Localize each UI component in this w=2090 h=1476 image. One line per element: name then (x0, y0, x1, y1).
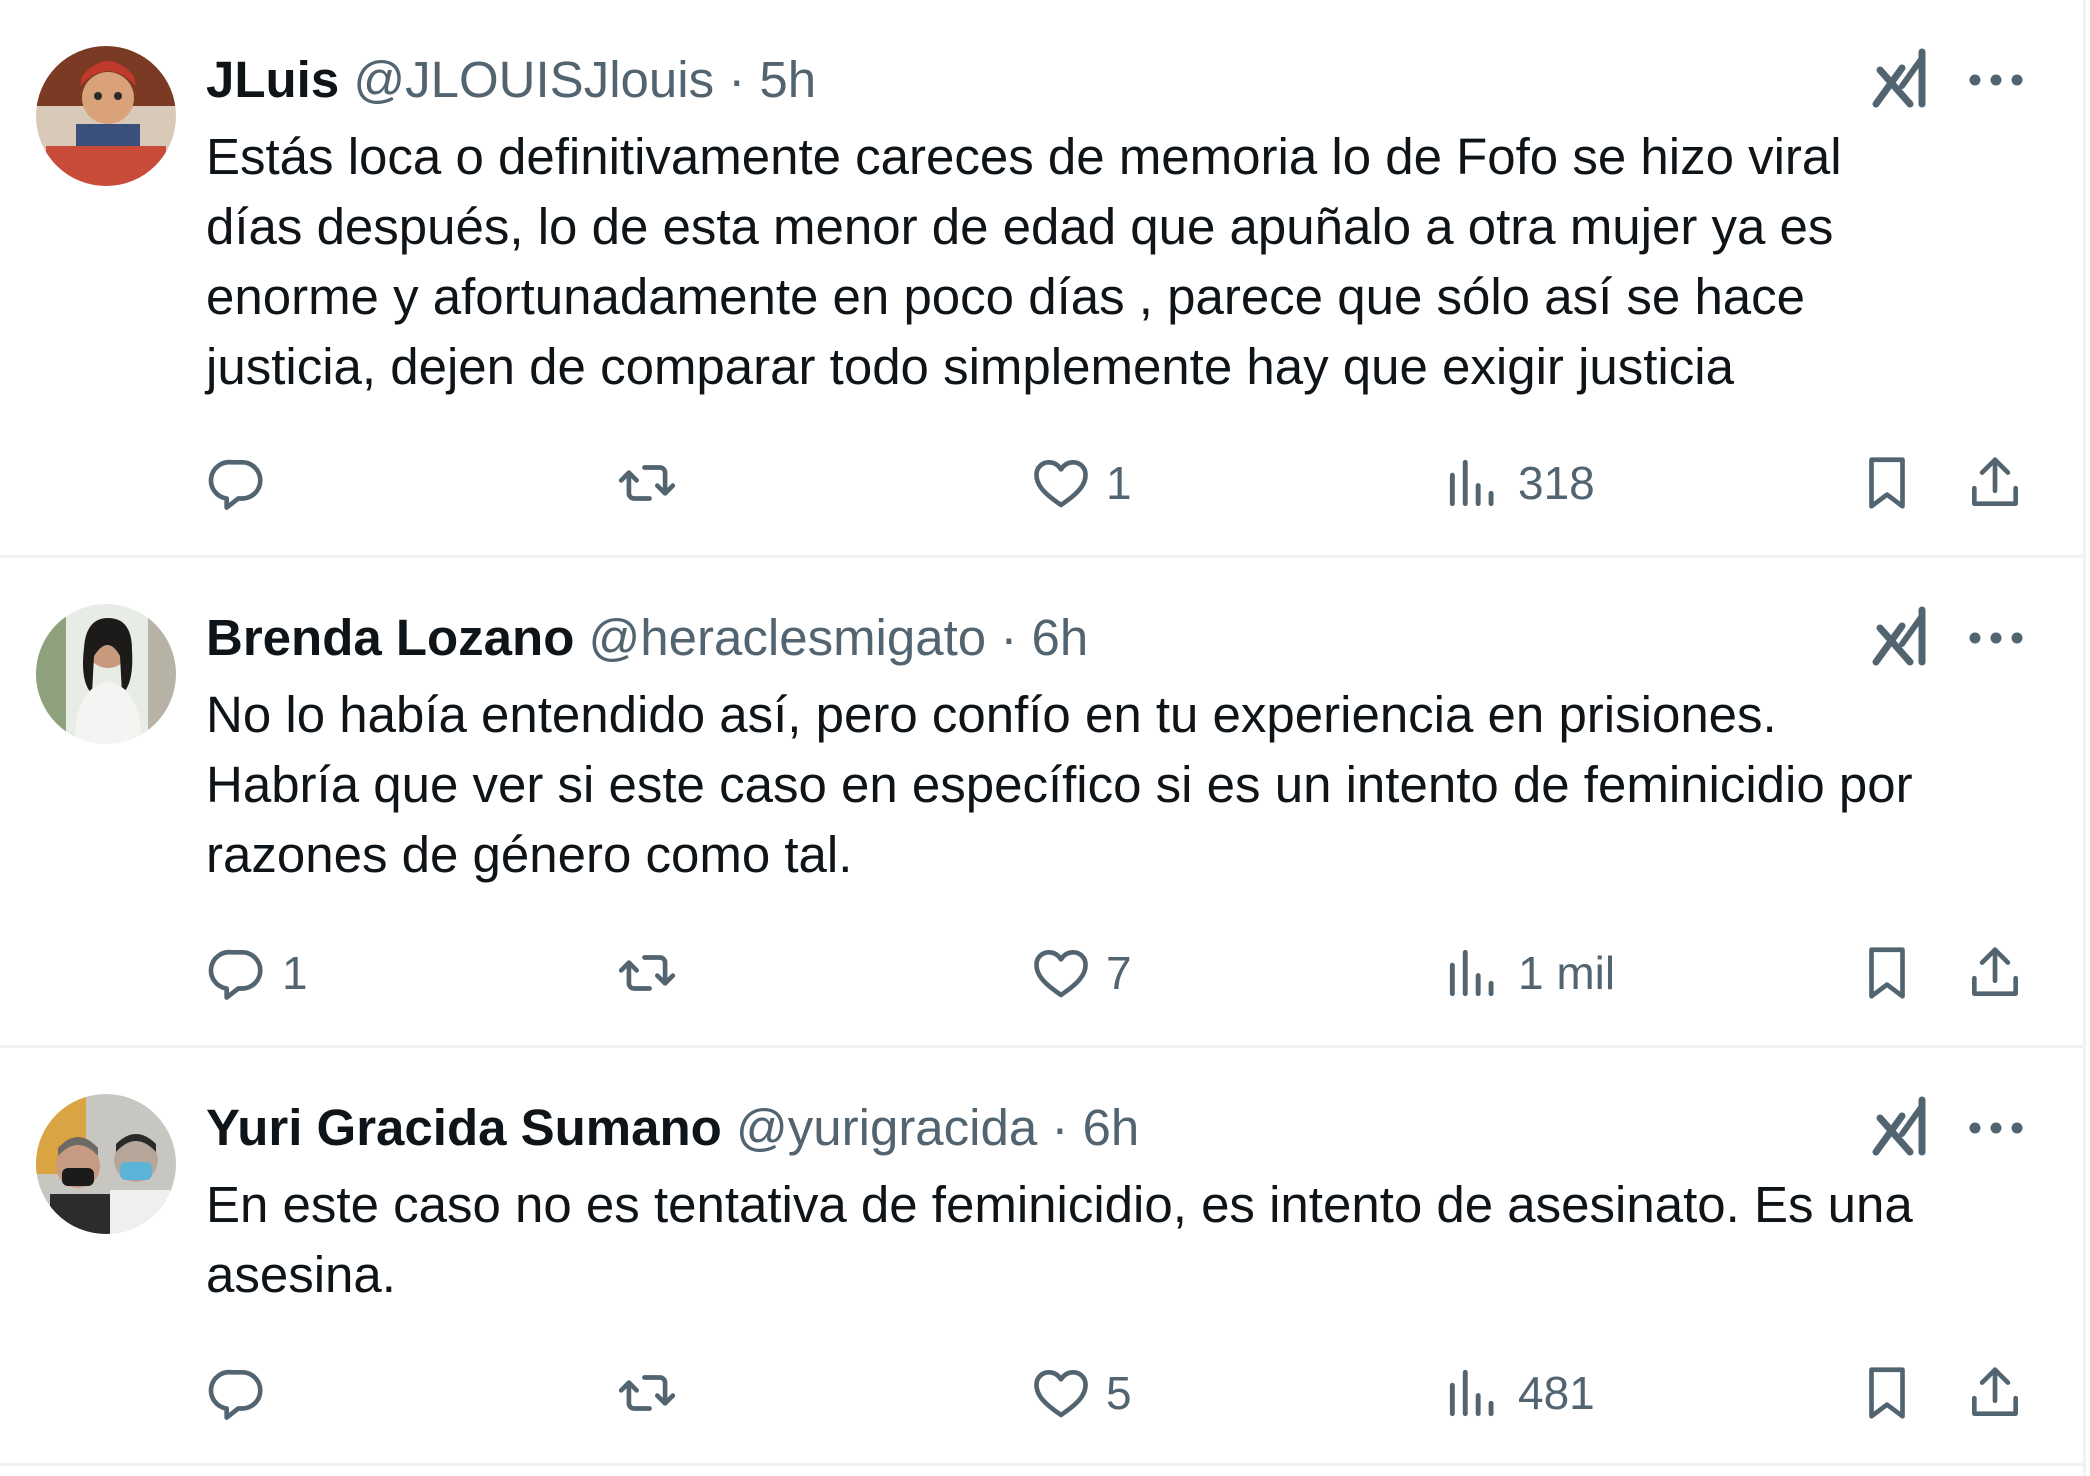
bookmark-icon (1869, 457, 1905, 509)
share-icon (1972, 947, 2018, 996)
grok-icon[interactable] (1872, 604, 1932, 666)
like-button[interactable]: 1 (1030, 448, 1132, 518)
timestamp[interactable]: 5h (759, 51, 816, 108)
user-handle[interactable]: @heraclesmigato (589, 609, 987, 666)
separator-dot: · (1051, 1099, 1069, 1156)
share-icon (1972, 457, 2018, 506)
views-count: 318 (1518, 457, 1595, 509)
reply-button[interactable]: 1 (206, 938, 308, 1008)
bookmark-button[interactable] (1856, 448, 1918, 518)
reply-icon (208, 459, 263, 510)
heart-icon (1034, 950, 1088, 998)
repost-button[interactable] (616, 938, 692, 1008)
user-handle[interactable]: @JLOUISJlouis (353, 51, 714, 108)
like-count: 5 (1106, 1367, 1132, 1419)
share-button[interactable] (1964, 938, 2026, 1008)
repost-icon (618, 465, 676, 501)
more-icon[interactable] (1966, 60, 2026, 100)
tweet-header: Brenda Lozano @heraclesmigato · 6h (206, 603, 1088, 673)
separator-dot: · (728, 51, 746, 108)
reply-feed: JLuis @JLOUISJlouis · 5h Estás loca o de… (0, 0, 2086, 1476)
views-count: 1 mil (1518, 947, 1616, 999)
views-icon (1449, 1369, 1494, 1417)
like-count: 1 (1106, 457, 1132, 509)
tweet-text: En este caso no es tentativa de feminici… (206, 1176, 1913, 1303)
tweet[interactable]: JLuis @JLOUISJlouis · 5h Estás loca o de… (0, 0, 2086, 558)
reply-button[interactable] (206, 1358, 282, 1428)
separator-dot: · (1000, 609, 1018, 666)
bookmark-button[interactable] (1856, 1358, 1918, 1428)
views-button[interactable]: 481 (1442, 1358, 1595, 1428)
bookmark-icon (1869, 947, 1905, 999)
heart-icon (1034, 1370, 1088, 1418)
reply-icon (208, 1369, 263, 1420)
views-count: 481 (1518, 1367, 1595, 1419)
share-button[interactable] (1964, 1358, 2026, 1428)
tweet-header: Yuri Gracida Sumano @yurigracida · 6h (206, 1093, 1139, 1163)
more-icon[interactable] (1966, 1108, 2026, 1148)
like-button[interactable]: 5 (1030, 1358, 1132, 1428)
reply-count: 1 (282, 947, 308, 999)
avatar[interactable] (36, 604, 176, 744)
share-icon (1972, 1367, 2018, 1416)
grok-icon[interactable] (1872, 1094, 1932, 1156)
views-button[interactable]: 1 mil (1442, 938, 1615, 1008)
like-count: 7 (1106, 947, 1132, 999)
views-icon (1449, 459, 1494, 507)
display-name[interactable]: Brenda Lozano (206, 609, 574, 666)
reply-button[interactable] (206, 448, 282, 518)
timestamp[interactable]: 6h (1083, 1099, 1140, 1156)
tweet-text: No lo había entendido así, pero confío e… (206, 686, 1913, 883)
views-button[interactable]: 318 (1442, 448, 1595, 518)
avatar[interactable] (36, 46, 176, 186)
tweet-text: Estás loca o definitivamente careces de … (206, 128, 1842, 395)
tweet[interactable]: Brenda Lozano @heraclesmigato · 6h No lo… (0, 558, 2086, 1048)
timestamp[interactable]: 6h (1031, 609, 1088, 666)
bookmark-icon (1869, 1367, 1905, 1419)
repost-button[interactable] (616, 448, 692, 518)
more-icon[interactable] (1966, 618, 2026, 658)
tweet-header: JLuis @JLOUISJlouis · 5h (206, 45, 816, 115)
repost-button[interactable] (616, 1358, 692, 1428)
like-button[interactable]: 7 (1030, 938, 1132, 1008)
grok-icon[interactable] (1872, 46, 1932, 108)
repost-icon (618, 1375, 676, 1411)
views-icon (1449, 949, 1494, 997)
bookmark-button[interactable] (1856, 938, 1918, 1008)
user-handle[interactable]: @yurigracida (736, 1099, 1037, 1156)
heart-icon (1034, 460, 1088, 508)
reply-icon (208, 949, 263, 1000)
avatar[interactable] (36, 1094, 176, 1234)
share-button[interactable] (1964, 448, 2026, 518)
display-name[interactable]: Yuri Gracida Sumano (206, 1099, 722, 1156)
tweet[interactable]: Yuri Gracida Sumano @yurigracida · 6h En… (0, 1048, 2086, 1466)
repost-icon (618, 955, 676, 991)
display-name[interactable]: JLuis (206, 51, 339, 108)
